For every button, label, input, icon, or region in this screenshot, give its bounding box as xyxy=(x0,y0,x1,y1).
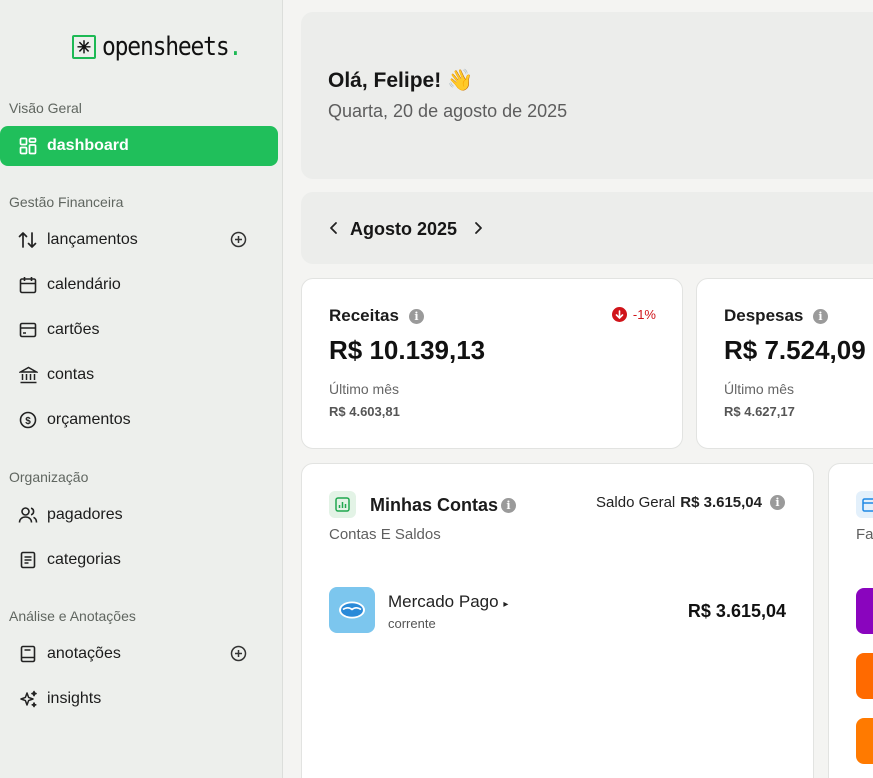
sidebar-item-calendario[interactable]: calendário xyxy=(0,265,278,305)
chevron-right-icon[interactable] xyxy=(472,221,484,235)
sidebar-item-label: calendário xyxy=(47,276,121,293)
sidebar: ✳ opensheets. Visão Geral dashboard Gest… xyxy=(0,0,283,778)
add-lancamento-icon[interactable] xyxy=(230,231,247,248)
accounts-card: Minhas Contas i Contas E Saldos Saldo Ge… xyxy=(301,463,814,778)
svg-text:$: $ xyxy=(25,416,31,427)
receitas-prev-value: R$ 4.603,81 xyxy=(329,404,400,419)
saldo-value: R$ 3.615,04 xyxy=(680,494,762,511)
account-balance: R$ 3.615,04 xyxy=(687,601,786,621)
despesas-card: Despesas i R$ 7.524,09 Último mês R$ 4.6… xyxy=(696,278,873,449)
section-title-analise: Análise e Anotações xyxy=(9,608,136,624)
brand-name: opensheets xyxy=(102,32,230,62)
sidebar-item-label: insights xyxy=(47,690,102,707)
dollar-circle-icon: $ xyxy=(18,410,38,430)
sidebar-item-label: orçamentos xyxy=(47,411,131,428)
receitas-title: Receitas xyxy=(329,306,399,325)
greeting-title: Olá, Felipe! 👋 xyxy=(328,69,474,92)
sidebar-item-label: pagadores xyxy=(47,506,123,523)
sidebar-item-label: anotações xyxy=(47,645,121,662)
nubank-logo xyxy=(856,588,873,634)
arrows-updown-icon xyxy=(18,230,38,250)
greeting-date: Quarta, 20 de agosto de 2025 xyxy=(328,101,568,121)
despesas-sub-label: Último mês xyxy=(724,381,795,397)
sidebar-item-label: contas xyxy=(47,366,95,383)
sidebar-item-categorias[interactable]: categorias xyxy=(0,540,278,580)
invoice-icon xyxy=(856,491,873,518)
sidebar-item-dashboard[interactable]: dashboard xyxy=(0,126,278,166)
period-label: Agosto 2025 xyxy=(350,219,458,239)
credit-card-icon xyxy=(18,320,38,340)
chevron-left-icon[interactable] xyxy=(328,221,340,235)
caret-right-icon: ▸ xyxy=(503,599,509,610)
info-icon[interactable]: i xyxy=(409,309,424,324)
inter-logo xyxy=(856,718,873,764)
delta-badge: -1% xyxy=(611,307,656,322)
sidebar-item-anotacoes[interactable]: anotações xyxy=(0,634,278,674)
dashboard-icon xyxy=(18,136,38,156)
section-title-organizacao: Organização xyxy=(9,469,89,485)
saldo-label: Saldo Geral xyxy=(596,494,676,511)
delta-value: -1% xyxy=(632,307,656,322)
despesas-value: R$ 7.524,09 xyxy=(724,335,866,365)
receitas-sub-label: Último mês xyxy=(329,381,400,397)
receitas-value: R$ 10.139,13 xyxy=(329,335,486,365)
add-anotacao-icon[interactable] xyxy=(230,645,247,662)
bank-icon xyxy=(18,365,38,385)
sidebar-item-label: categorias xyxy=(47,551,121,568)
mercado-pago-logo xyxy=(329,587,375,633)
calendar-icon xyxy=(18,275,38,295)
arrow-down-icon xyxy=(611,307,627,322)
greeting-card: Olá, Felipe! 👋 Quarta, 20 de agosto de 2… xyxy=(301,12,873,179)
info-icon[interactable]: i xyxy=(813,309,828,324)
accounts-title: Minhas Contas xyxy=(370,495,499,515)
period-selector: Agosto 2025 xyxy=(301,192,873,264)
receitas-card: Receitas i -1% R$ 10.139,13 Último mês R… xyxy=(301,278,683,449)
sidebar-item-orcamentos[interactable]: $ orçamentos xyxy=(0,400,278,440)
bar-chart-icon xyxy=(329,491,356,518)
notebook-icon xyxy=(18,644,38,664)
sidebar-item-label: dashboard xyxy=(47,137,129,154)
brand-dot: . xyxy=(228,32,242,62)
brand-logo[interactable]: ✳ opensheets. xyxy=(72,32,242,62)
info-icon[interactable]: i xyxy=(501,498,516,513)
sidebar-item-label: lançamentos xyxy=(47,231,138,248)
users-icon xyxy=(18,505,38,525)
faturas-subtitle: Fa xyxy=(856,526,873,543)
faturas-card: Fa xyxy=(828,463,873,778)
account-type: corrente xyxy=(388,616,436,631)
section-title-visao-geral: Visão Geral xyxy=(9,100,82,116)
sidebar-item-cartoes[interactable]: cartões xyxy=(0,310,278,350)
sidebar-item-lancamentos[interactable]: lançamentos xyxy=(0,220,278,260)
section-title-gestao-financeira: Gestão Financeira xyxy=(9,194,124,210)
list-icon xyxy=(18,550,38,570)
sidebar-item-contas[interactable]: contas xyxy=(0,355,278,395)
logo-mark-icon: ✳ xyxy=(72,35,96,59)
despesas-prev-value: R$ 4.627,17 xyxy=(724,404,795,419)
saldo-geral: Saldo Geral R$ 3.615,04 i xyxy=(596,494,785,511)
accounts-subtitle: Contas E Saldos xyxy=(329,526,441,543)
itau-logo xyxy=(856,653,873,699)
info-icon[interactable]: i xyxy=(770,495,785,510)
sidebar-item-pagadores[interactable]: pagadores xyxy=(0,495,278,535)
sidebar-item-label: cartões xyxy=(47,321,100,338)
sidebar-item-insights[interactable]: insights xyxy=(0,679,278,719)
sparkles-icon xyxy=(18,689,38,709)
account-name[interactable]: Mercado Pago ▸ xyxy=(388,592,508,612)
despesas-title: Despesas xyxy=(724,306,804,325)
